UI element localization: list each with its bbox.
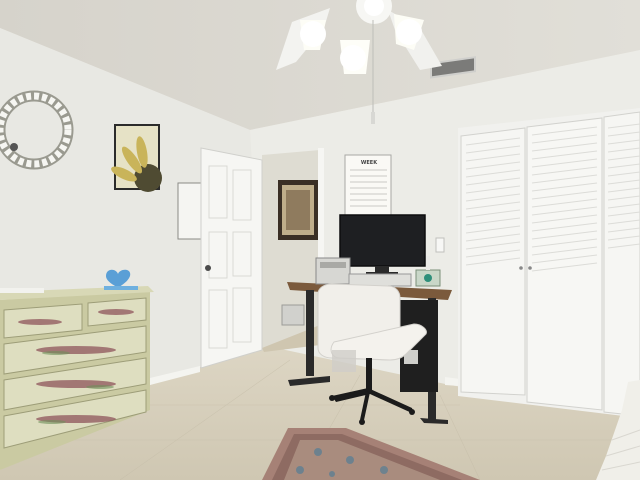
closet-louvered-doors[interactable]	[460, 111, 640, 417]
sunflower-art-icon	[111, 124, 162, 192]
hallway-vent	[281, 304, 305, 326]
whiteboard-heading: WEEK	[360, 160, 378, 166]
bedroom-office-scene: WEEK	[0, 0, 640, 480]
room-illustration	[0, 0, 640, 480]
bedroom-door[interactable]	[200, 147, 263, 369]
blank-frame	[177, 182, 203, 240]
hallway-painting	[278, 180, 318, 240]
monitor-icon[interactable]	[339, 214, 426, 275]
light-switch[interactable]	[435, 237, 445, 253]
door-knob-icon[interactable]	[205, 265, 211, 271]
